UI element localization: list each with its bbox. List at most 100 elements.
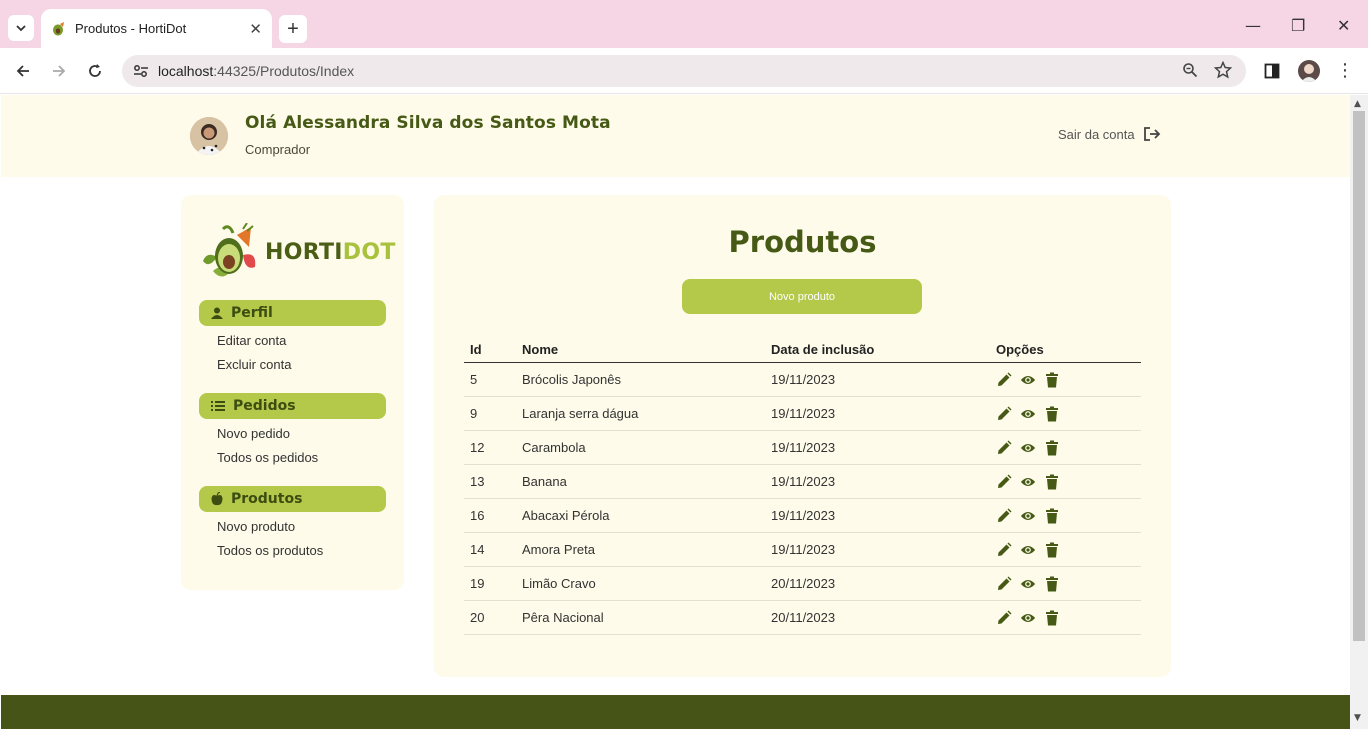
cell-nome: Brócolis Japonês	[516, 362, 765, 397]
page-title: Produtos	[728, 225, 877, 259]
cell-data: 19/11/2023	[765, 532, 990, 567]
cell-options	[990, 532, 1141, 567]
cell-data: 19/11/2023	[765, 498, 990, 533]
apple-icon	[211, 492, 223, 506]
user-avatar	[190, 117, 228, 155]
cell-nome: Pêra Nacional	[516, 600, 765, 635]
cell-data: 20/11/2023	[765, 600, 990, 635]
side-panel-icon[interactable]	[1264, 63, 1280, 83]
view-eye-icon[interactable]	[1020, 372, 1036, 388]
sidebar-link-excluir-conta[interactable]: Excluir conta	[217, 357, 291, 372]
view-eye-icon[interactable]	[1020, 576, 1036, 592]
delete-trash-icon[interactable]	[1044, 474, 1060, 490]
edit-pencil-icon[interactable]	[996, 474, 1012, 490]
scroll-down-icon[interactable]: ▼	[1354, 713, 1361, 723]
logo-text: HORTIDOT	[265, 239, 396, 265]
forward-button[interactable]	[48, 60, 70, 82]
tab-search-button[interactable]	[8, 15, 34, 41]
new-product-button[interactable]: Novo produto	[682, 279, 922, 314]
section-label: Perfil	[231, 305, 273, 321]
browser-menu-icon[interactable]: ⋮	[1336, 60, 1354, 81]
edit-pencil-icon[interactable]	[996, 406, 1012, 422]
profile-avatar[interactable]	[1298, 60, 1320, 82]
table-row: 20 Pêra Nacional 20/11/2023	[464, 600, 1141, 635]
sidebar-link-editar-conta[interactable]: Editar conta	[217, 333, 286, 348]
sidebar-link-novo-pedido[interactable]: Novo pedido	[217, 426, 290, 441]
section-label: Pedidos	[233, 398, 296, 414]
table-header-row: Id Nome Data de inclusão Opções	[464, 337, 1141, 363]
page-scrollbar[interactable]: ▲ ▼	[1350, 95, 1368, 729]
tab-close-icon[interactable]: ✕	[249, 20, 262, 38]
cell-nome: Carambola	[516, 430, 765, 465]
delete-trash-icon[interactable]	[1044, 372, 1060, 388]
view-eye-icon[interactable]	[1020, 542, 1036, 558]
delete-trash-icon[interactable]	[1044, 406, 1060, 422]
delete-trash-icon[interactable]	[1044, 508, 1060, 524]
sidebar: HORTIDOT Perfil Editar conta Excluir con…	[181, 195, 404, 590]
hortidot-logo[interactable]: HORTIDOT	[199, 223, 396, 281]
cell-options	[990, 498, 1141, 533]
delete-trash-icon[interactable]	[1044, 610, 1060, 626]
scroll-up-icon[interactable]: ▲	[1354, 99, 1361, 109]
delete-trash-icon[interactable]	[1044, 542, 1060, 558]
view-eye-icon[interactable]	[1020, 406, 1036, 422]
cell-id: 16	[464, 498, 516, 533]
table-row: 19 Limão Cravo 20/11/2023	[464, 566, 1141, 601]
back-button[interactable]	[12, 60, 34, 82]
edit-pencil-icon[interactable]	[996, 610, 1012, 626]
greeting-title: Olá Alessandra Silva dos Santos Mota	[245, 113, 611, 133]
sidebar-link-novo-produto[interactable]: Novo produto	[217, 519, 295, 534]
cell-nome: Banana	[516, 464, 765, 499]
view-eye-icon[interactable]	[1020, 440, 1036, 456]
logout-link[interactable]: Sair da conta	[1058, 126, 1161, 142]
edit-pencil-icon[interactable]	[996, 372, 1012, 388]
delete-trash-icon[interactable]	[1044, 576, 1060, 592]
cell-data: 19/11/2023	[765, 430, 990, 465]
tab-title: Produtos - HortiDot	[75, 21, 187, 36]
sidebar-link-todos-produtos[interactable]: Todos os produtos	[217, 543, 323, 558]
new-tab-button[interactable]: +	[279, 15, 307, 43]
cell-options	[990, 464, 1141, 499]
arrow-left-icon	[16, 65, 29, 77]
restore-icon[interactable]: ❐	[1291, 16, 1305, 35]
zoom-icon[interactable]	[1182, 62, 1198, 82]
browser-tab[interactable]: Produtos - HortiDot ✕	[41, 9, 272, 48]
reload-button[interactable]	[84, 60, 106, 82]
table-row: 14 Amora Preta 19/11/2023	[464, 532, 1141, 567]
site-settings-icon[interactable]	[132, 62, 150, 80]
page: Olá Alessandra Silva dos Santos Mota Com…	[1, 95, 1350, 729]
bookmark-star-icon[interactable]	[1213, 60, 1233, 83]
edit-pencil-icon[interactable]	[996, 576, 1012, 592]
delete-trash-icon[interactable]	[1044, 440, 1060, 456]
edit-pencil-icon[interactable]	[996, 508, 1012, 524]
edit-pencil-icon[interactable]	[996, 440, 1012, 456]
column-header-nome: Nome	[516, 337, 765, 363]
user-icon	[211, 307, 223, 319]
browser-toolbar: localhost:44325/Produtos/Index ⋮	[0, 48, 1368, 94]
cell-options	[990, 430, 1141, 465]
close-window-icon[interactable]: ✕	[1337, 16, 1350, 35]
table-row: 13 Banana 19/11/2023	[464, 464, 1141, 499]
cell-options	[990, 600, 1141, 635]
url-text: localhost:44325/Produtos/Index	[158, 63, 355, 79]
cell-data: 19/11/2023	[765, 464, 990, 499]
address-bar[interactable]: localhost:44325/Produtos/Index	[122, 55, 1246, 87]
view-eye-icon[interactable]	[1020, 508, 1036, 524]
cell-id: 5	[464, 362, 516, 397]
reload-icon	[89, 64, 101, 77]
sidebar-section-pedidos: Pedidos	[199, 393, 386, 419]
edit-pencil-icon[interactable]	[996, 542, 1012, 558]
logo-avocado-icon	[203, 223, 256, 277]
cell-id: 9	[464, 396, 516, 431]
sidebar-link-todos-pedidos[interactable]: Todos os pedidos	[217, 450, 318, 465]
site-header: Olá Alessandra Silva dos Santos Mota Com…	[1, 95, 1350, 177]
sidebar-section-produtos: Produtos	[199, 486, 386, 512]
minimize-icon[interactable]: —	[1245, 16, 1261, 35]
cell-id: 12	[464, 430, 516, 465]
hortidot-favicon-icon	[53, 21, 64, 35]
view-eye-icon[interactable]	[1020, 474, 1036, 490]
table-row: 12 Carambola 19/11/2023	[464, 430, 1141, 465]
scrollbar-thumb[interactable]	[1353, 111, 1365, 641]
view-eye-icon[interactable]	[1020, 610, 1036, 626]
main-content: Produtos Novo produto Id Nome Data de in…	[434, 195, 1171, 677]
